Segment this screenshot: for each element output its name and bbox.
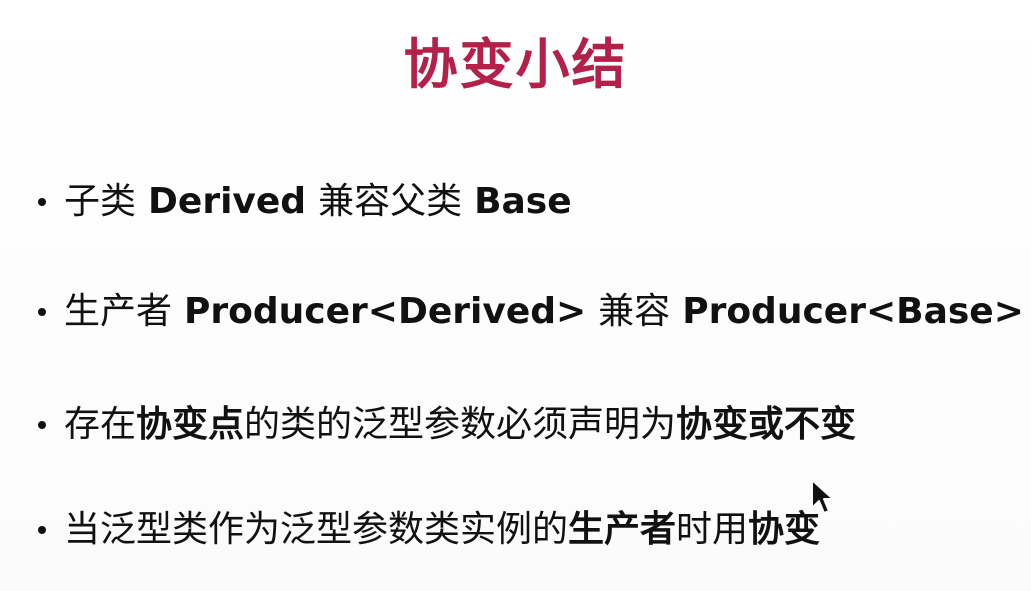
bullet-text-bold: Producer<Base> — [682, 291, 1024, 332]
bullet-text: 兼容 — [598, 291, 671, 332]
bullet-dot-icon — [38, 198, 46, 206]
bullet-text: 存在 — [64, 404, 137, 445]
bullet-dot-icon — [38, 308, 46, 316]
bullet-item: 子类 Derived 兼容父类 Base — [24, 177, 572, 227]
bullet-dot-icon — [38, 526, 46, 534]
slide: 协变小结 子类 Derived 兼容父类 Base 生产者 Producer<D… — [0, 0, 1031, 591]
bullet-text: 生产者 — [64, 291, 173, 332]
bullet-text-bold: Derived — [148, 181, 307, 222]
bullet-text: 当泛型类作为泛型参数类实例的 — [64, 509, 569, 550]
mouse-pointer-icon — [811, 479, 834, 514]
bullet-text: 时用 — [676, 509, 749, 550]
bullet-text-bold: 协变或不变 — [676, 404, 857, 445]
bullet-text: 兼容父类 — [318, 181, 463, 222]
bullet-item: 存在 协变点 的类的泛型参数必须声明为 协变或不变 — [24, 400, 856, 450]
bullet-text-bold: 生产者 — [568, 509, 677, 550]
bullet-dot-icon — [38, 421, 46, 429]
bullet-item: 生产者 Producer<Derived> 兼容 Producer<Base> — [24, 287, 1024, 337]
bullet-text-bold: Producer<Derived> — [184, 291, 587, 332]
slide-title: 协变小结 — [403, 33, 628, 96]
bullet-text: 子类 — [64, 181, 137, 222]
bullet-item: 当泛型类作为泛型参数类实例的 生产者 时用 协变 — [24, 505, 820, 555]
bullet-text-bold: Base — [474, 181, 572, 222]
bullet-text: 的类的泛型参数必须声明为 — [244, 404, 677, 445]
bullet-text-bold: 协变点 — [136, 404, 245, 445]
